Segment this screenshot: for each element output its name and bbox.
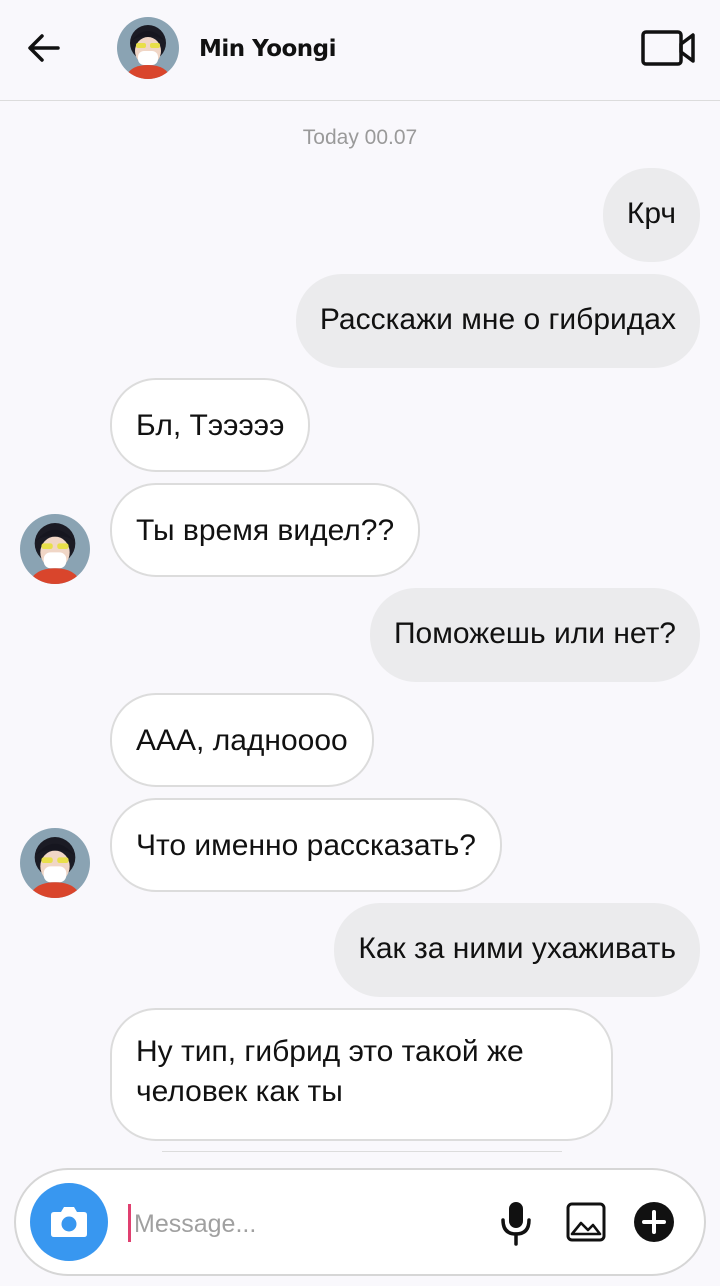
message-bubble-sent[interactable]: Поможешь или нет? [369, 588, 700, 682]
message-bubble-sent[interactable]: Как за ними ухаживать [334, 903, 700, 997]
back-arrow-icon[interactable] [22, 26, 66, 70]
chat-header: Min Yoongi [0, 0, 720, 101]
camera-icon [51, 1207, 87, 1237]
contact-name[interactable]: Min Yoongi [199, 36, 337, 62]
sender-avatar[interactable] [20, 514, 90, 584]
video-camera-icon[interactable] [640, 28, 696, 68]
text-cursor [128, 1204, 131, 1242]
camera-button[interactable] [30, 1183, 108, 1261]
message-bubble-received[interactable]: Ты время видел?? [110, 483, 421, 577]
message-text: ААА, ладноооо [136, 724, 348, 757]
conversation-timestamp: Today 00.07 [302, 126, 418, 149]
message-bubble-received[interactable]: Что именно рассказать? [110, 798, 502, 892]
message-input[interactable] [132, 1198, 476, 1250]
message-text: Ну тип, гибрид это такой же человек как … [136, 1035, 524, 1108]
message-bubble-received[interactable]: ААА, ладноооо [110, 693, 374, 787]
message-bubble-received[interactable]: Ну тип, гибрид это такой же человек как … [110, 1008, 613, 1141]
contact-avatar[interactable] [117, 17, 179, 79]
message-text: Как за ними ухаживать [358, 932, 676, 965]
message-bubble-received[interactable]: Бл, Тэээээ [110, 378, 311, 472]
microphone-icon[interactable] [498, 1200, 534, 1246]
divider [162, 1151, 562, 1152]
plus-circle-icon[interactable] [632, 1200, 676, 1244]
message-text: Бл, Тэээээ [136, 409, 285, 442]
message-text: Поможешь или нет? [393, 617, 676, 650]
message-text: Ты время видел?? [136, 514, 395, 547]
message-text: Что именно рассказать? [136, 829, 476, 862]
sender-avatar[interactable] [20, 828, 90, 898]
message-text: Крч [626, 197, 676, 230]
message-bubble-sent[interactable]: Крч [602, 168, 700, 262]
message-composer [14, 1168, 706, 1276]
message-bubble-sent[interactable]: Расскажи мне о гибридах [295, 274, 700, 368]
gallery-icon[interactable] [566, 1202, 606, 1242]
message-text: Расскажи мне о гибридах [319, 303, 676, 336]
